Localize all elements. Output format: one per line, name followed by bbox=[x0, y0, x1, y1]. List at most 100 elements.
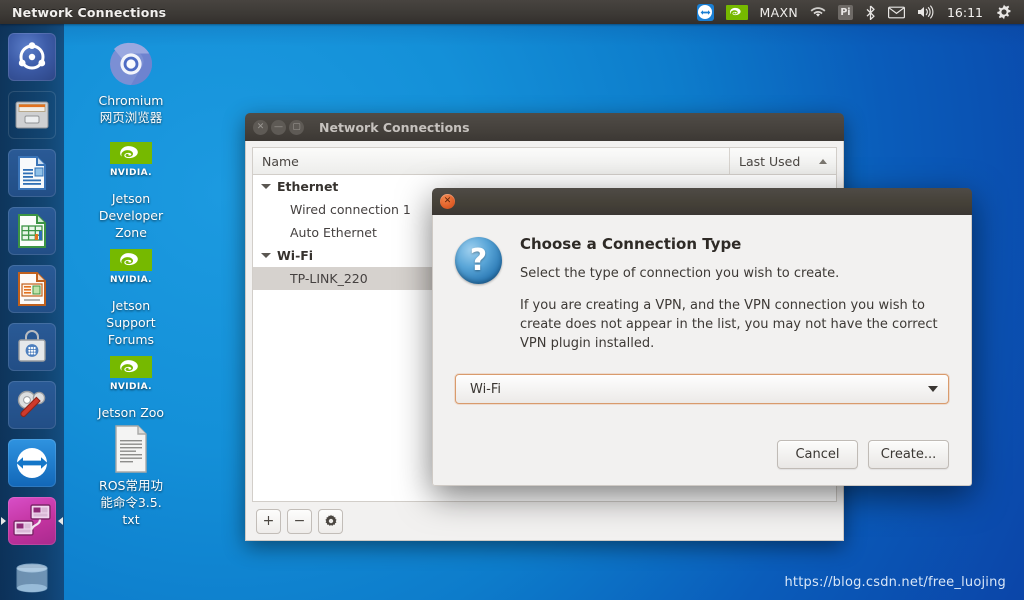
unity-launcher bbox=[0, 24, 64, 600]
panel-window-title[interactable]: Network Connections bbox=[12, 5, 166, 20]
connection-type-value: Wi-Fi bbox=[470, 381, 502, 397]
teamviewer-icon bbox=[8, 439, 56, 487]
question-mark-icon: ? bbox=[455, 237, 502, 284]
focused-indicator-pip bbox=[58, 517, 63, 525]
gear-icon bbox=[324, 514, 337, 526]
close-icon[interactable]: ✕ bbox=[253, 119, 268, 135]
dialog-subtitle: Select the type of connection you wish t… bbox=[520, 266, 840, 281]
desktop-icon-label-line3: Forums bbox=[107, 332, 155, 347]
chromium-icon bbox=[76, 40, 186, 88]
minimize-icon[interactable]: — bbox=[271, 119, 286, 135]
list-item-label: Auto Ethernet bbox=[290, 225, 377, 240]
launcher-item-libreoffice-writer[interactable] bbox=[0, 144, 64, 202]
network-connections-icon bbox=[8, 497, 56, 545]
bluetooth-icon[interactable] bbox=[859, 0, 882, 24]
dialog-content: ? Choose a Connection Type Select the ty… bbox=[455, 235, 949, 353]
power-mode-label: MAXN bbox=[759, 4, 798, 20]
chevron-down-icon[interactable] bbox=[261, 253, 271, 258]
add-connection-button[interactable]: + bbox=[256, 508, 281, 534]
dialog-buttons: Cancel Create... bbox=[777, 440, 949, 469]
edit-connection-button[interactable] bbox=[318, 508, 343, 534]
mail-icon[interactable] bbox=[882, 0, 911, 24]
column-header-last-used[interactable]: Last Used bbox=[730, 148, 836, 174]
desktop-icon-ros-commands-txt[interactable]: ROS常用功 能命令3.5. txt bbox=[76, 425, 186, 528]
power-gear-icon[interactable] bbox=[990, 0, 1018, 24]
desktop-icon-label-line1: Jetson bbox=[111, 298, 151, 313]
nvidia-icon: NVIDIA. bbox=[76, 138, 186, 186]
pi-label: Pi bbox=[837, 4, 853, 20]
connection-type-select[interactable]: Wi-Fi bbox=[455, 374, 949, 404]
nvidia-wordmark: NVIDIA. bbox=[109, 168, 153, 178]
desktop-icon-label-line1: ROS常用功 bbox=[99, 478, 163, 493]
text-file-icon bbox=[76, 425, 186, 473]
writer-icon bbox=[8, 149, 56, 197]
dialog-note: If you are creating a VPN, and the VPN c… bbox=[520, 298, 938, 351]
connections-toolbar: + − bbox=[246, 502, 843, 540]
nvidia-icon[interactable] bbox=[720, 0, 754, 24]
nvidia-icon: NVIDIA. bbox=[76, 245, 186, 293]
gear-wrench-icon bbox=[8, 381, 56, 429]
pi-indicator-icon[interactable]: Pi bbox=[832, 0, 859, 24]
system-tray: MAXN Pi 16:11 bbox=[691, 0, 1024, 24]
launcher-item-libreoffice-calc[interactable] bbox=[0, 202, 64, 260]
dialog-titlebar[interactable]: ✕ bbox=[432, 188, 972, 215]
launcher-item-files[interactable] bbox=[0, 86, 64, 144]
sort-ascending-icon bbox=[819, 158, 827, 164]
running-indicator-pip bbox=[1, 517, 6, 525]
network-connections-titlebar[interactable]: ✕ — ▢ Network Connections bbox=[245, 113, 844, 141]
launcher-item-libreoffice-impress[interactable] bbox=[0, 260, 64, 318]
column-header-last-used-label: Last Used bbox=[739, 153, 801, 169]
column-header-name[interactable]: Name bbox=[253, 148, 730, 174]
teamviewer-glyph bbox=[696, 3, 714, 21]
impress-icon bbox=[8, 265, 56, 313]
power-mode-indicator[interactable]: MAXN bbox=[754, 0, 804, 24]
launcher-item-software-center[interactable] bbox=[0, 318, 64, 376]
volume-icon[interactable] bbox=[911, 0, 940, 24]
maximize-icon[interactable]: ▢ bbox=[289, 119, 304, 135]
chevron-down-icon[interactable] bbox=[261, 184, 271, 189]
desktop-icon-label-line3: txt bbox=[122, 512, 140, 527]
nvidia-icon: NVIDIA. bbox=[76, 352, 186, 400]
desktop-icon-chromium[interactable]: Chromium 网页浏览器 bbox=[76, 40, 186, 126]
desktop-icon-jetson-developer-zone[interactable]: NVIDIA. Jetson Developer Zone bbox=[76, 138, 186, 241]
top-panel: Network Connections MAXN Pi 16:11 bbox=[0, 0, 1024, 24]
software-center-icon bbox=[8, 323, 56, 371]
dialog-heading: Choose a Connection Type bbox=[520, 235, 742, 253]
launcher-item-network-connections[interactable] bbox=[0, 492, 64, 550]
trash-icon bbox=[8, 555, 56, 600]
clock[interactable]: 16:11 bbox=[940, 0, 990, 24]
launcher-item-trash[interactable] bbox=[0, 550, 64, 600]
window-title: Network Connections bbox=[319, 119, 470, 135]
desktop-icon-label-line2: 网页浏览器 bbox=[99, 110, 163, 125]
launcher-item-ubuntu-dash[interactable] bbox=[0, 28, 64, 86]
calc-icon bbox=[8, 207, 56, 255]
ubuntu-logo-icon bbox=[8, 33, 56, 81]
list-item-label: Wired connection 1 bbox=[290, 202, 411, 217]
list-group-label: Ethernet bbox=[277, 179, 339, 194]
dialog-body: ? Choose a Connection Type Select the ty… bbox=[432, 215, 972, 486]
desktop-icon-label-line1: Jetson bbox=[111, 191, 151, 206]
desktop-icon-jetson-support-forums[interactable]: NVIDIA. Jetson Support Forums bbox=[76, 245, 186, 348]
connections-list-header: Name Last Used bbox=[253, 148, 836, 175]
teamviewer-icon[interactable] bbox=[691, 0, 720, 24]
launcher-item-teamviewer[interactable] bbox=[0, 434, 64, 492]
watermark: https://blog.csdn.net/free_luojing bbox=[784, 575, 1006, 590]
desktop-icon-label-line1: Chromium bbox=[98, 93, 164, 108]
desktop-icon-label-line2: Support bbox=[106, 315, 156, 330]
desktop-icon-jetson-zoo[interactable]: NVIDIA. Jetson Zoo bbox=[76, 352, 186, 421]
column-header-name-label: Name bbox=[262, 153, 299, 169]
nvidia-glyph bbox=[725, 4, 748, 20]
wifi-icon[interactable] bbox=[804, 0, 832, 24]
remove-connection-button[interactable]: − bbox=[287, 508, 312, 534]
list-group-label: Wi-Fi bbox=[277, 248, 314, 263]
create-button[interactable]: Create... bbox=[868, 440, 949, 469]
launcher-item-system-settings[interactable] bbox=[0, 376, 64, 434]
chevron-down-icon bbox=[928, 386, 938, 392]
desktop-icon-label-line2: Developer bbox=[98, 208, 164, 223]
choose-connection-type-dialog: ✕ ? Choose a Connection Type Select the … bbox=[432, 188, 972, 486]
cancel-button[interactable]: Cancel bbox=[777, 440, 858, 469]
nvidia-wordmark: NVIDIA. bbox=[109, 275, 153, 285]
desktop-icon-label-line2: 能命令3.5. bbox=[100, 495, 162, 510]
desktop-icon-label-line3: Zone bbox=[115, 225, 147, 240]
close-icon[interactable]: ✕ bbox=[440, 194, 455, 209]
